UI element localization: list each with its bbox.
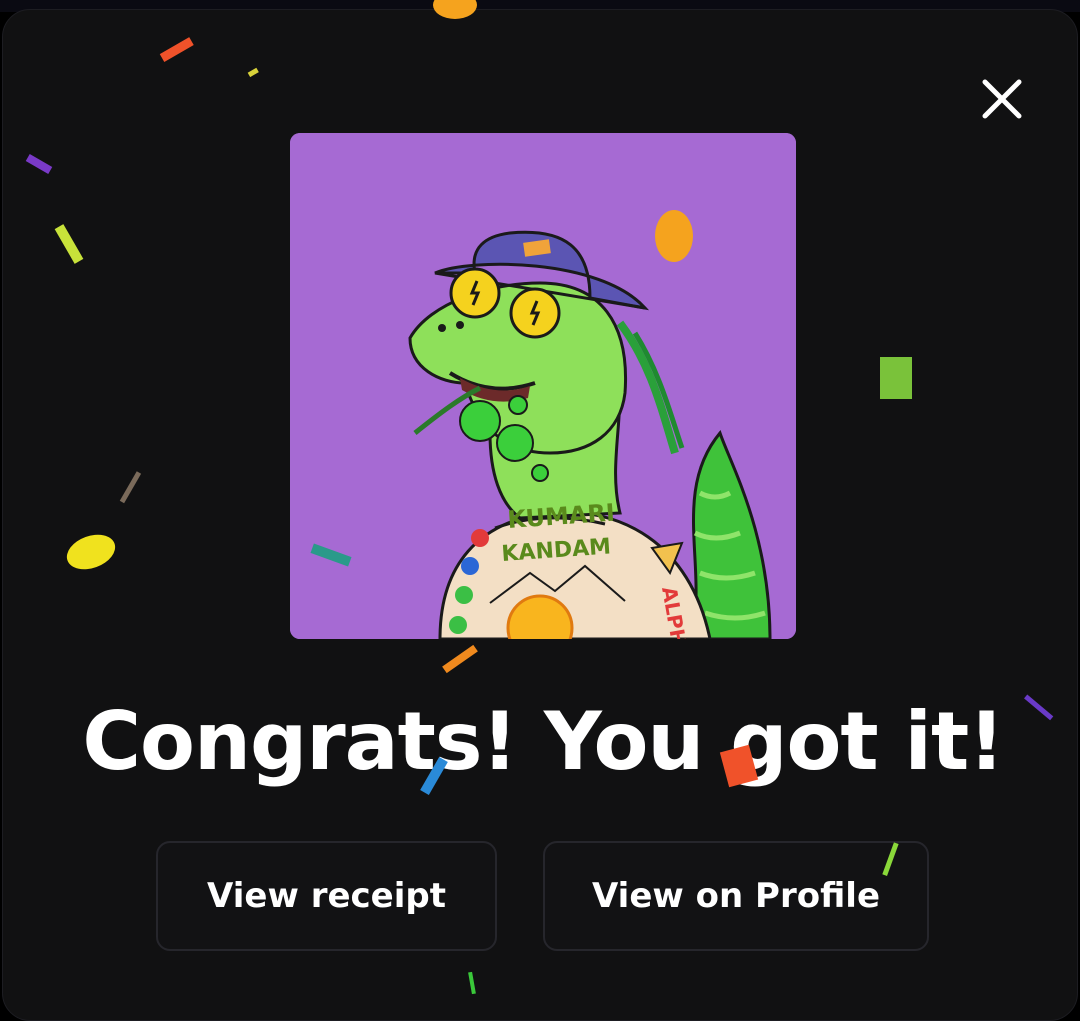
nft-artwork: KUMARI KANDAM ALPH [290, 133, 796, 639]
close-icon [982, 79, 1022, 119]
view-on-profile-button[interactable]: View on Profile [543, 841, 929, 951]
close-button[interactable] [979, 76, 1025, 122]
lizard-character-image: KUMARI KANDAM ALPH [290, 133, 796, 639]
purchase-success-modal: KUMARI KANDAM ALPH Congrats! You got it!… [2, 9, 1078, 1021]
view-receipt-button[interactable]: View receipt [156, 841, 497, 951]
success-headline: Congrats! You got it! [82, 695, 1004, 788]
